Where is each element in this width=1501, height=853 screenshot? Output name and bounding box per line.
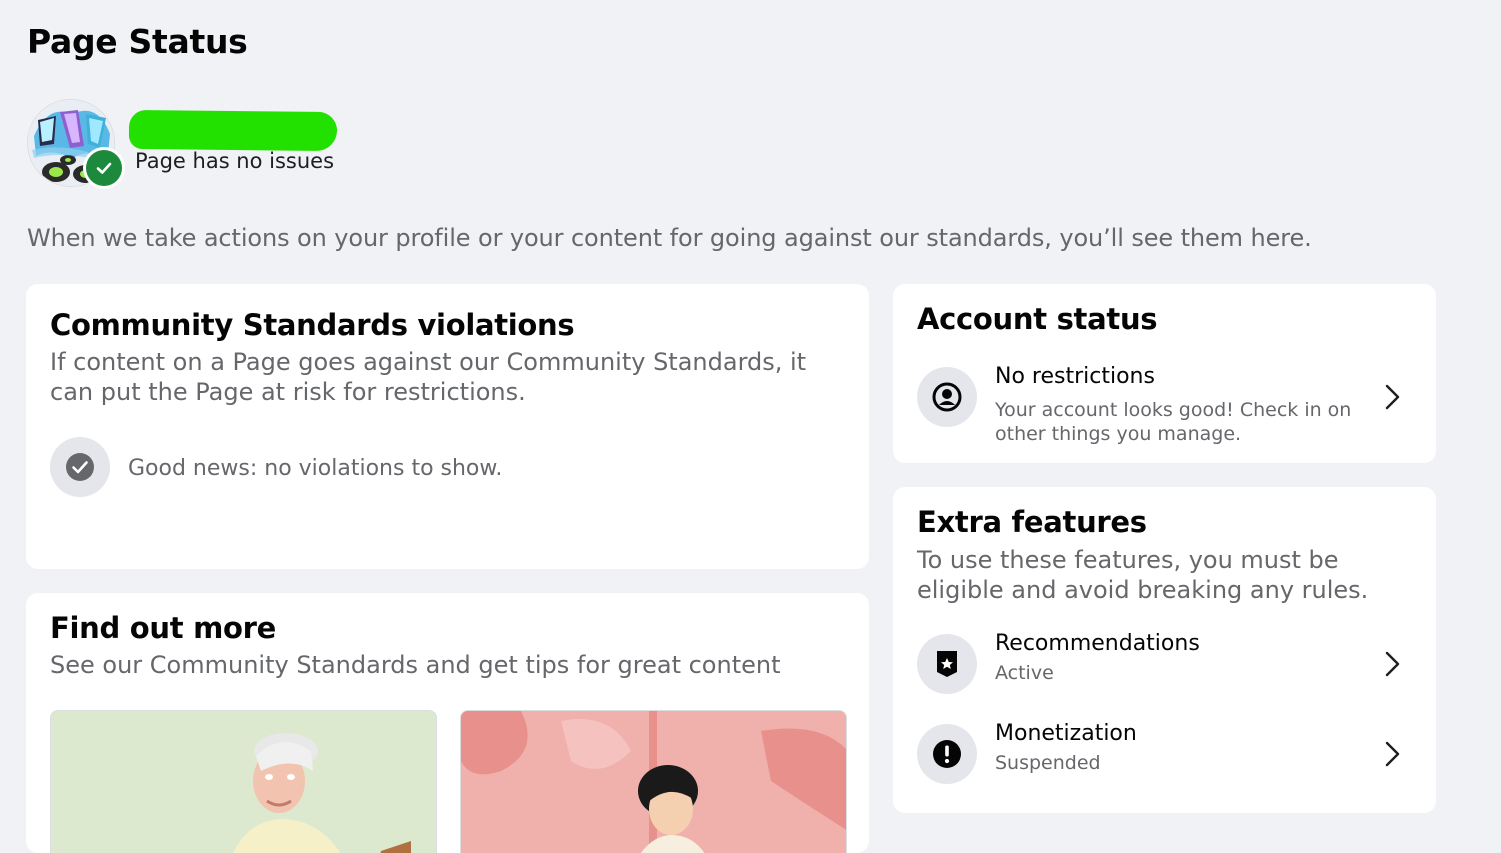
chevron-right-icon: [1378, 381, 1406, 413]
recommendations-row[interactable]: Recommendations Active: [917, 631, 1412, 700]
community-illustration-card[interactable]: [460, 710, 847, 853]
extra-features-subtitle: To use these features, you must be eligi…: [917, 546, 1369, 604]
tips-illustration-card[interactable]: [50, 710, 437, 853]
page-status-text: Page has no issues: [135, 149, 335, 173]
page-avatar-container[interactable]: [27, 99, 125, 189]
badge-star-icon: [917, 634, 977, 694]
chevron-right-icon: [1378, 738, 1406, 770]
find-out-more-card: Find out more See our Community Standard…: [26, 593, 869, 853]
elderly-man-illustration: [51, 711, 436, 853]
account-status-title: Account status: [917, 302, 1158, 336]
community-standards-subtitle: If content on a Page goes against our Co…: [50, 348, 807, 406]
page-description: When we take actions on your profile or …: [27, 224, 1312, 252]
check-circle-icon: [50, 437, 110, 497]
checkmark-icon: [86, 150, 122, 186]
recommendations-title: Recommendations: [995, 631, 1200, 656]
redacted-page-name: [128, 109, 338, 152]
no-violations-text: Good news: no violations to show.: [128, 456, 503, 481]
page-title: Page Status: [27, 22, 248, 61]
chevron-right-icon: [1378, 648, 1406, 680]
person-illustration: [461, 711, 846, 853]
extra-features-card: Extra features To use these features, yo…: [893, 487, 1436, 813]
community-standards-card: Community Standards violations If conten…: [26, 284, 869, 569]
alert-icon: [917, 724, 977, 784]
find-out-more-title: Find out more: [50, 611, 276, 645]
recommendations-status: Active: [995, 662, 1054, 684]
no-restrictions-description: Your account looks good! Check in on oth…: [995, 399, 1352, 445]
no-restrictions-title: No restrictions: [995, 364, 1155, 389]
find-out-more-subtitle: See our Community Standards and get tips…: [50, 651, 781, 679]
monetization-row[interactable]: Monetization Suspended: [917, 721, 1412, 790]
verified-badge: [83, 147, 125, 189]
no-restrictions-row[interactable]: No restrictions Your account looks good!…: [917, 364, 1412, 445]
monetization-title: Monetization: [995, 721, 1137, 746]
community-standards-title: Community Standards violations: [50, 308, 575, 342]
monetization-status: Suspended: [995, 752, 1101, 774]
account-status-card: Account status No restrictions Your acco…: [893, 284, 1436, 463]
extra-features-title: Extra features: [917, 505, 1147, 539]
person-circle-icon: [917, 367, 977, 427]
